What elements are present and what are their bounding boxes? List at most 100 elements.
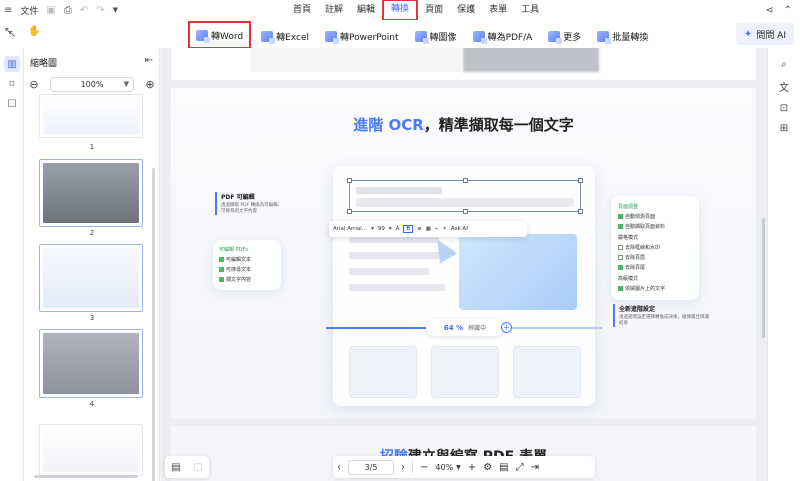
font-color-icon[interactable]: A: [396, 226, 400, 232]
thumbnail-page-4[interactable]: [39, 329, 143, 398]
translate-icon[interactable]: 文: [776, 78, 792, 94]
ocr-icon[interactable]: ⊡: [776, 100, 792, 116]
card-row-label: 去除頁眉: [625, 255, 646, 261]
font-size-select[interactable]: 99: [378, 226, 385, 232]
menu-tools[interactable]: 工具: [514, 0, 546, 20]
page-view-icon[interactable]: ▤: [171, 462, 180, 473]
thumbnail-page-5[interactable]: [39, 424, 143, 476]
image-placeholder: [459, 234, 577, 310]
to-excel-button[interactable]: 轉Excel: [255, 25, 315, 47]
menu-protect[interactable]: 保護: [450, 0, 482, 20]
thumbnail-scrollbar[interactable]: [152, 168, 155, 481]
thumbnail-panel-icon[interactable]: ▥: [4, 56, 20, 72]
link-icon[interactable]: ⌁: [435, 226, 438, 232]
page-image: [463, 48, 599, 72]
zoom-in-icon[interactable]: ⊕: [144, 78, 156, 91]
card-row: 可搜尋文本: [219, 266, 275, 273]
resize-handle: [463, 209, 468, 214]
mock-card: [349, 346, 417, 398]
to-powerpoint-button[interactable]: 轉PowerPoint: [319, 25, 405, 47]
zoom-select[interactable]: 40% ▼: [435, 463, 460, 472]
word-icon: [196, 29, 210, 43]
more-button[interactable]: 更多: [542, 25, 587, 47]
collapse-ribbon-icon[interactable]: ⌃: [784, 5, 792, 16]
document-icon[interactable]: ▤: [499, 462, 508, 473]
thumbnail-h-scrollbar[interactable]: [34, 475, 138, 478]
document-scrollbar[interactable]: [762, 218, 765, 338]
resize-handle: [463, 178, 468, 183]
collapse-panel-icon[interactable]: ⇤: [145, 55, 153, 66]
comment-panel-icon[interactable]: ☐: [4, 96, 20, 112]
menu-edit[interactable]: 編輯: [350, 0, 382, 20]
menu-comment[interactable]: 註解: [318, 0, 350, 20]
bold-icon[interactable]: B: [403, 225, 414, 233]
bottom-navigation: ‹ 3/5 › − 40% ▼ + ⚙ ▤ ⤢ ⇥: [333, 456, 595, 478]
text-selection-box: [347, 178, 583, 214]
card-row-label: 依據圖片上的文字: [625, 286, 666, 292]
to-image-button[interactable]: 轉圖像: [409, 25, 463, 47]
page-indicator[interactable]: 3/5: [348, 459, 394, 475]
batch-convert-button[interactable]: 批量轉換: [591, 25, 654, 47]
prev-page-icon[interactable]: ‹: [337, 462, 341, 473]
zoom-out-icon[interactable]: −: [420, 462, 428, 473]
to-image-label: 轉圖像: [429, 32, 457, 43]
file-menu[interactable]: 文件: [20, 4, 38, 17]
bottom-left-tools: ▤ ▢: [165, 456, 209, 478]
heading-accent: 進階 OCR: [353, 116, 424, 134]
scan-icon[interactable]: ⊞: [776, 120, 792, 136]
ask-ai-button[interactable]: ✦ 問問 AI: [735, 23, 794, 45]
thumbnail-zoom-select[interactable]: 100% ▼: [50, 76, 134, 92]
exit-icon[interactable]: ⇥: [531, 462, 539, 473]
print-icon[interactable]: ⎙: [64, 5, 72, 16]
menu-home[interactable]: 首頁: [286, 0, 318, 20]
card-row: 自動擷取頁面資料: [618, 223, 692, 230]
font-select[interactable]: Arial Arrial...: [333, 226, 367, 232]
ask-ai-inline[interactable]: Ask AI: [451, 226, 468, 232]
thumbnail-title: 縮略圖: [30, 59, 58, 69]
to-powerpoint-label: 轉PowerPoint: [339, 32, 399, 43]
resize-handle: [347, 209, 352, 214]
checkbox-icon: [618, 265, 623, 270]
align-icon[interactable]: ≡: [417, 226, 422, 232]
card-row: 可編輯文本: [219, 256, 275, 263]
to-word-button[interactable]: 轉Word: [188, 21, 252, 49]
image-icon: [414, 30, 429, 44]
card-row: 去除頁眉: [618, 254, 692, 261]
share-icon[interactable]: ⋖: [765, 5, 773, 16]
bookmark-icon[interactable]: ⌑: [4, 76, 20, 92]
to-pdfa-button[interactable]: 轉為PDF/A: [467, 25, 539, 47]
feature-right: 全新進階設定 透過進階設定選擇轉換成效果，確保最佳辨識結果: [613, 304, 709, 327]
fit-page-icon[interactable]: ▢: [193, 462, 202, 473]
style-icon[interactable]: ▦: [426, 226, 431, 232]
right-rail: ⌕ 文 ⊡ ⊞: [767, 48, 800, 481]
menu-form[interactable]: 表單: [482, 0, 514, 20]
pointer-icon[interactable]: ↖: [4, 26, 20, 42]
page-number-1: 1: [89, 143, 95, 151]
redo-icon[interactable]: ↷: [96, 5, 104, 16]
menu-page[interactable]: 頁面: [418, 0, 450, 20]
thumbnail-zoom-value: 100%: [80, 79, 104, 89]
card-row: 依據圖片上的文字: [618, 285, 692, 292]
zoom-in-icon[interactable]: +: [468, 462, 476, 473]
thumbnail-page-1[interactable]: [39, 94, 143, 138]
undo-icon[interactable]: ↶: [80, 5, 88, 16]
text-line: [349, 268, 429, 275]
plus-icon: +: [501, 322, 512, 333]
page-preview: [43, 163, 139, 223]
thumbnail-page-3[interactable]: [39, 244, 143, 312]
sparkle-icon: ✦: [743, 28, 753, 40]
thumbnail-page-2[interactable]: [39, 159, 143, 227]
page-settings-icon[interactable]: ⚙: [483, 462, 492, 473]
fullscreen-icon[interactable]: ⤢: [516, 462, 524, 473]
save-icon[interactable]: ▣: [46, 5, 55, 16]
chevron-down-icon: ▾: [371, 226, 374, 232]
feature-right-title: 全新進階設定: [619, 306, 656, 313]
zoom-out-icon[interactable]: ⊖: [28, 78, 40, 91]
document-viewer: 進階 OCR，精準擷取每一個文字 PDF 可編輯 透過擷取 PDF 轉換為可編輯…: [161, 48, 767, 481]
next-page-icon[interactable]: ›: [401, 462, 405, 473]
hand-tool-icon[interactable]: ✋: [28, 26, 44, 42]
search-icon[interactable]: ⌕: [776, 56, 792, 72]
chevron-down-icon[interactable]: ▼: [113, 6, 118, 14]
menu-icon[interactable]: ≡: [4, 5, 12, 16]
menu-convert[interactable]: 轉換: [382, 0, 419, 21]
